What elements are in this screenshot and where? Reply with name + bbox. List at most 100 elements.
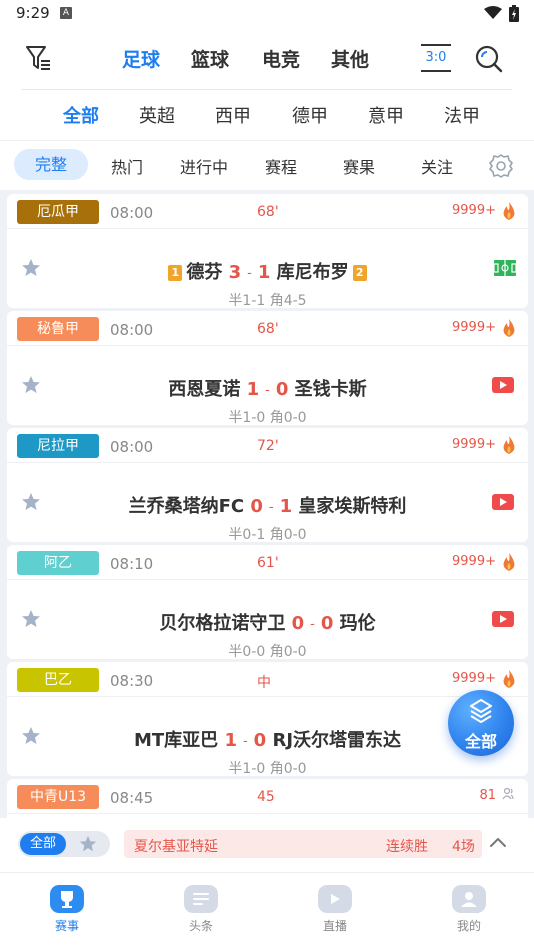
- home-team[interactable]: 贝尔格拉诺守卫: [159, 613, 285, 634]
- battery-icon: [509, 5, 519, 22]
- filter-tab-live[interactable]: 进行中: [180, 154, 228, 178]
- video-play-icon[interactable]: [492, 494, 514, 510]
- tab-mine[interactable]: 我的: [402, 873, 534, 950]
- fire-icon: [503, 319, 515, 337]
- home-score: 1: [246, 379, 260, 400]
- tab-other[interactable]: 其他: [331, 45, 369, 72]
- halftime-info: 半1-1 角4-5: [228, 293, 307, 308]
- search-icon[interactable]: [474, 44, 504, 74]
- bottom-filter-bar: 全部 夏尔基亚特延 连续胜 4场: [0, 818, 534, 872]
- kickoff-time: 08:45: [110, 789, 154, 807]
- all-floating-label: 全部: [464, 732, 497, 751]
- home-score: 0: [250, 496, 263, 517]
- home-score: 3: [228, 262, 242, 283]
- match-card[interactable]: 阿乙 08:10 61' 9999+ 贝尔格拉诺守卫 0-0 玛伦 半0-0 角…: [7, 545, 528, 659]
- pitch-icon[interactable]: [494, 260, 516, 276]
- heat-count: 9999+: [452, 671, 496, 686]
- match-card[interactable]: 秘鲁甲 08:00 68' 9999+ 西恩夏诺 1-0 圣钱卡斯 半1-0 角…: [7, 311, 528, 425]
- video-play-icon[interactable]: [492, 611, 514, 627]
- filter-tab-hot[interactable]: 热门: [111, 154, 143, 178]
- match-card[interactable]: 尼拉甲 08:00 72' 9999+ 兰乔桑塔纳FC 0-1 皇家埃斯特利 半…: [7, 428, 528, 542]
- away-score: 0: [275, 379, 289, 400]
- match-teams: MT库亚巴 1-0 RJ沃尔塔雷东达: [47, 726, 488, 752]
- league-badge[interactable]: 阿乙: [17, 551, 99, 575]
- scope-all-button[interactable]: 全部: [20, 833, 66, 855]
- league-badge[interactable]: 厄瓜甲: [17, 200, 99, 224]
- home-team[interactable]: 德芬: [186, 262, 222, 283]
- streak-count: 4场: [452, 839, 475, 855]
- tab-esports[interactable]: 电竞: [262, 45, 300, 72]
- match-teams: 1 德芬 3-1 库尼布罗 2: [47, 258, 488, 284]
- star-icon[interactable]: [21, 375, 41, 395]
- home-team[interactable]: 西恩夏诺: [168, 379, 240, 400]
- away-team[interactable]: RJ沃尔塔雷东达: [272, 730, 401, 751]
- tab-live[interactable]: 直播: [268, 873, 402, 950]
- league-badge[interactable]: 巴乙: [17, 668, 99, 692]
- streak-ticker[interactable]: 夏尔基亚特延 连续胜 4场: [124, 830, 482, 858]
- league-tab-seriea[interactable]: 意甲: [368, 102, 404, 128]
- league-tab-ligue1[interactable]: 法甲: [444, 102, 480, 128]
- star-icon[interactable]: [21, 492, 41, 512]
- kickoff-time: 08:00: [110, 438, 154, 456]
- video-play-icon[interactable]: [492, 377, 514, 393]
- streak-label: 连续胜: [386, 839, 428, 855]
- league-badge[interactable]: 尼拉甲: [17, 434, 99, 458]
- halftime-info: 半0-0 角0-0: [228, 644, 307, 659]
- league-tab-bundesliga[interactable]: 德甲: [292, 102, 328, 128]
- tab-headlines[interactable]: 头条: [134, 873, 268, 950]
- league-tab-laliga[interactable]: 西甲: [215, 102, 251, 128]
- gear-icon[interactable]: [488, 153, 514, 179]
- tab-basketball[interactable]: 篮球: [191, 45, 229, 72]
- score-dash: -: [268, 500, 274, 515]
- tab-live-label: 直播: [322, 919, 347, 933]
- card-separator: [7, 462, 528, 463]
- match-teams: 西恩夏诺 1-0 圣钱卡斯: [47, 375, 488, 401]
- tab-events[interactable]: 赛事: [0, 873, 134, 950]
- away-score: 1: [279, 496, 293, 517]
- match-teams: 兰乔桑塔纳FC 0-1 皇家埃斯特利: [47, 492, 488, 518]
- filter-tab-complete[interactable]: 完整: [14, 149, 88, 180]
- league-badge[interactable]: 秘鲁甲: [17, 317, 99, 341]
- live-icon: [318, 885, 352, 913]
- card-separator: [7, 579, 528, 580]
- people-icon: [502, 787, 514, 800]
- away-rank-badge: 2: [352, 265, 367, 281]
- match-minute: 68': [257, 321, 279, 337]
- wifi-icon: [484, 6, 502, 19]
- star-filter-icon[interactable]: [79, 835, 97, 853]
- news-icon: [184, 885, 218, 913]
- tab-football[interactable]: 足球: [122, 45, 160, 72]
- filter-tab-schedule[interactable]: 赛程: [265, 154, 297, 178]
- user-icon: [452, 885, 486, 913]
- filter-icon[interactable]: [24, 44, 52, 72]
- home-team[interactable]: 兰乔桑塔纳FC: [129, 496, 245, 517]
- match-teams: 贝尔格拉诺守卫 0-0 玛伦: [47, 609, 488, 635]
- card-separator: [7, 345, 528, 346]
- layers-icon: [470, 699, 492, 723]
- match-card[interactable]: 中青U13 08:45 45 81: [7, 779, 528, 818]
- filter-tab-following[interactable]: 关注: [421, 154, 453, 178]
- heat-count: 9999+: [452, 203, 496, 218]
- fire-icon: [503, 670, 515, 688]
- away-team[interactable]: 皇家埃斯特利: [298, 496, 406, 517]
- away-score: 0: [320, 613, 334, 634]
- scoreboard-icon-text: 3:0: [425, 50, 447, 65]
- match-card[interactable]: 厄瓜甲 08:00 68' 9999+ 1 德芬 3-1 库尼布罗 2 半1-1 角…: [7, 194, 528, 308]
- home-rank-badge: 1: [168, 265, 183, 281]
- league-tab-all[interactable]: 全部: [63, 102, 99, 128]
- all-floating-button[interactable]: 全部: [448, 690, 514, 756]
- away-team[interactable]: 玛伦: [340, 613, 376, 634]
- home-team[interactable]: MT库亚巴: [134, 730, 218, 751]
- scoreboard-icon[interactable]: 3:0: [421, 44, 451, 72]
- league-badge[interactable]: 中青U13: [17, 785, 99, 809]
- star-icon[interactable]: [21, 609, 41, 629]
- away-team[interactable]: 库尼布罗: [277, 262, 349, 283]
- league-tab-epl[interactable]: 英超: [139, 102, 175, 128]
- away-team[interactable]: 圣钱卡斯: [295, 379, 367, 400]
- chevron-up-icon[interactable]: [489, 836, 507, 848]
- star-icon[interactable]: [21, 726, 41, 746]
- filter-tab-results[interactable]: 赛果: [343, 154, 375, 178]
- match-minute: 72': [257, 438, 279, 454]
- home-score: 1: [224, 730, 237, 751]
- star-icon[interactable]: [21, 258, 41, 278]
